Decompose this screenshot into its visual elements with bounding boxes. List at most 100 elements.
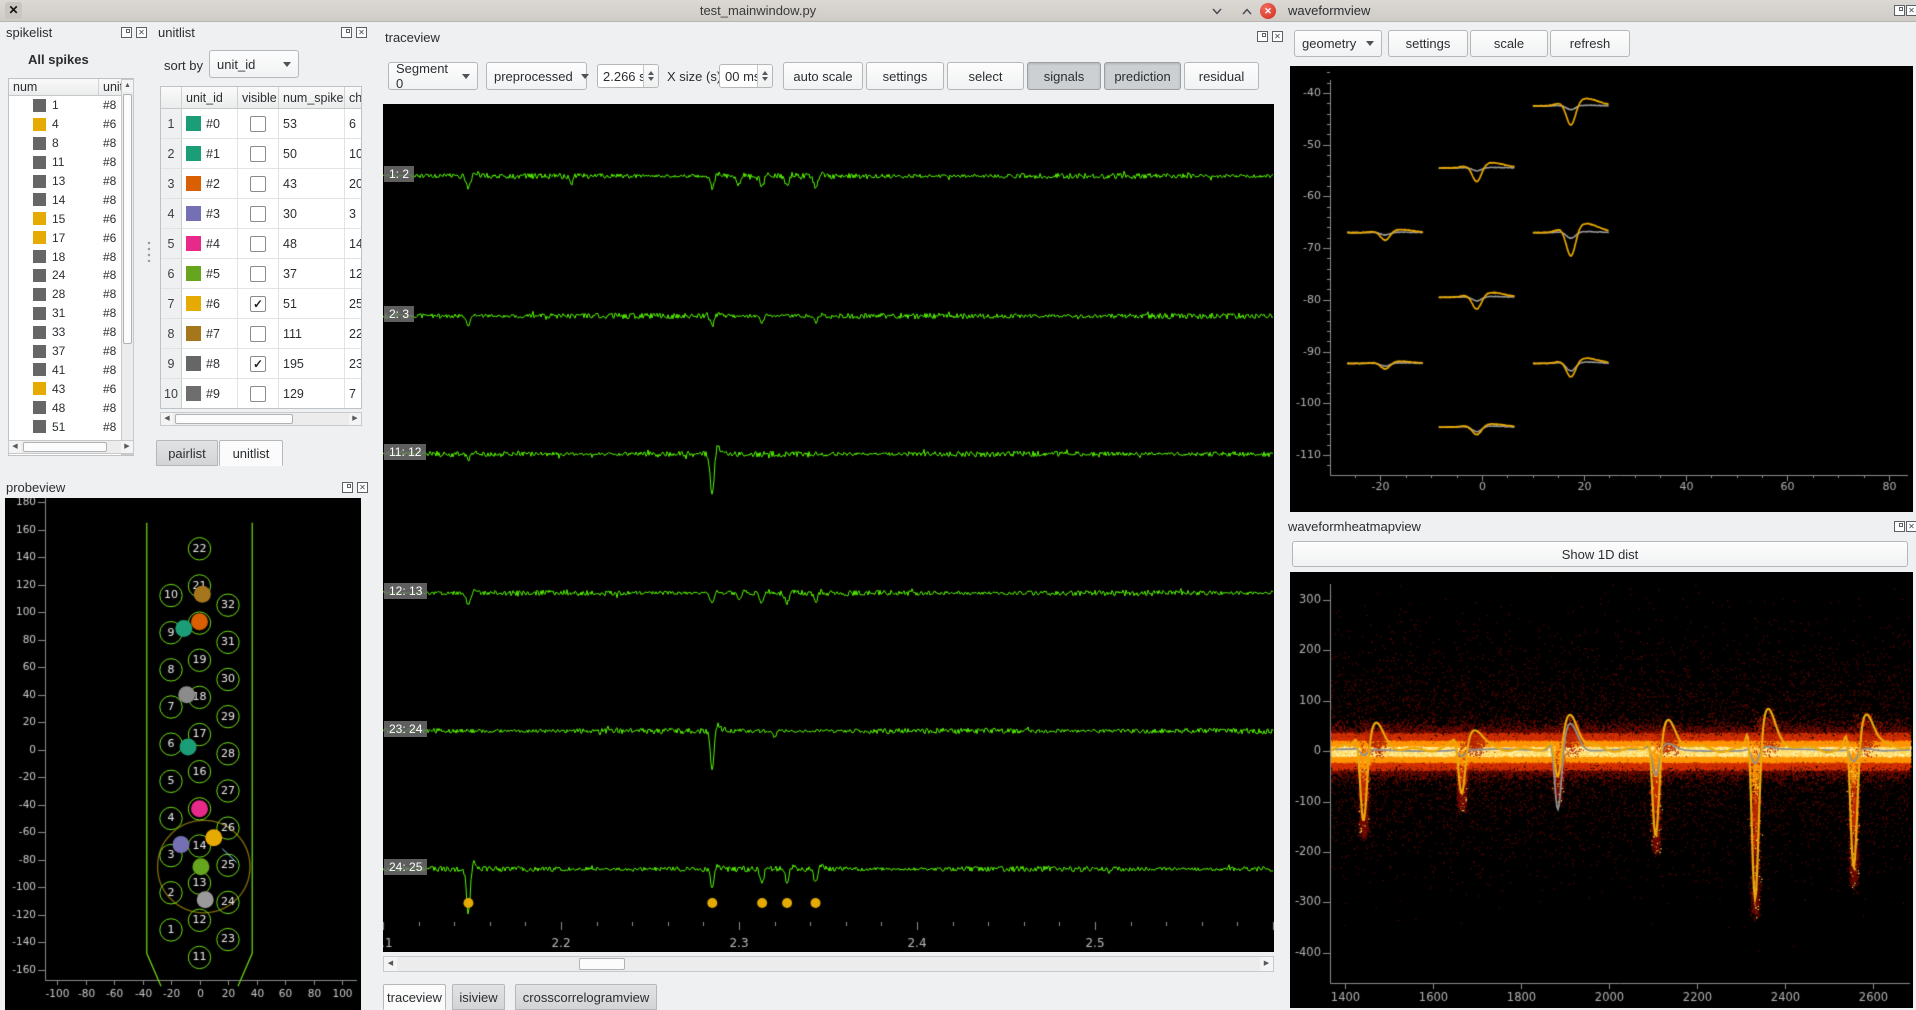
unitlist-table-header[interactable]: unit_id visible num_spikes ch [161,87,361,109]
scroll-right-icon[interactable]: ▶ [349,413,361,425]
chevron-down-button[interactable] [1208,3,1226,19]
spike-row[interactable]: 13#8 [9,172,133,191]
visible-checkbox[interactable] [250,206,266,222]
auto-scale-button[interactable]: auto scale [783,62,863,90]
scroll-left-icon[interactable]: ◀ [384,957,397,971]
unit-row[interactable]: 9#8✓19523 [161,349,361,379]
traceview-plot[interactable] [383,104,1274,952]
spike-row[interactable]: 18#8 [9,247,133,266]
spike-row[interactable]: 41#8 [9,360,133,379]
unitlist-float-icon[interactable] [341,27,352,38]
xsize-spinbox[interactable]: 00 ms [719,64,773,88]
scroll-left-icon[interactable]: ◀ [9,441,21,453]
scroll-up-icon[interactable]: ▲ [122,80,133,92]
visible-checkbox[interactable] [250,116,266,132]
chevron-up-button[interactable] [1238,3,1256,19]
spikelist-scroll-thumb[interactable] [123,94,132,344]
unitlist-close-icon[interactable]: ✕ [356,27,367,38]
wf-scale-button[interactable]: scale [1470,30,1548,57]
spikelist-close-icon[interactable]: ✕ [136,27,147,38]
unit-row[interactable]: 2#15010 [161,139,361,169]
spike-row[interactable]: 8#8 [9,134,133,153]
spike-row[interactable]: 31#8 [9,304,133,323]
prediction-toggle-button[interactable]: prediction [1104,62,1181,90]
probeview-close-icon[interactable]: ✕ [357,482,368,493]
scroll-right-icon[interactable]: ▶ [121,441,133,453]
residual-toggle-button[interactable]: residual [1184,62,1259,90]
wf-settings-button[interactable]: settings [1388,30,1468,57]
spikelist-vertical-scrollbar[interactable]: ▲ ▼ [121,79,134,455]
traceview-float-icon[interactable] [1257,31,1268,42]
wf-refresh-button[interactable]: refresh [1550,30,1630,57]
spike-row[interactable]: 17#6 [9,228,133,247]
sort-by-combobox[interactable]: unit_id [209,50,299,78]
settings-button[interactable]: settings [866,62,944,90]
tab-traceview[interactable]: traceview [383,984,446,1010]
waveformheatmapview-float-icon[interactable] [1894,521,1905,532]
spike-row[interactable]: 33#8 [9,323,133,342]
unit-row[interactable]: 6#53712 [161,259,361,289]
spikelist-horizontal-scrollbar[interactable]: ◀ ▶ [8,440,134,454]
geometry-combobox[interactable]: geometry [1294,30,1382,57]
visible-checkbox[interactable]: ✓ [250,356,266,372]
spikelist-hscroll-thumb[interactable] [23,442,107,452]
traceview-close-icon[interactable]: ✕ [1272,31,1283,42]
traceview-horizontal-scrollbar[interactable]: ◀ ▶ [383,956,1274,972]
source-combobox[interactable]: preprocessed [486,62,587,90]
visible-checkbox[interactable] [250,236,266,252]
spike-row[interactable]: 4#6 [9,115,133,134]
unit-row[interactable]: 1#0536 [161,109,361,139]
unitlist-col-unit-id[interactable]: unit_id [182,87,238,108]
unitlist-col-visible[interactable]: visible [238,87,279,108]
spikelist-float-icon[interactable] [121,27,132,38]
spinbox-arrows-icon[interactable] [643,65,658,87]
scroll-left-icon[interactable]: ◀ [161,413,173,425]
unitlist-hscroll-thumb[interactable] [175,414,293,424]
signals-toggle-button[interactable]: signals [1027,62,1101,90]
tab-pairlist[interactable]: pairlist [156,440,218,466]
time-spinbox[interactable]: 2.266 s [597,64,659,88]
visible-checkbox[interactable] [250,176,266,192]
waveformview-plot[interactable] [1290,66,1913,512]
visible-checkbox[interactable] [250,266,266,282]
waveformview-float-icon[interactable] [1894,5,1905,16]
spike-row[interactable]: 28#8 [9,285,133,304]
tab-isiview[interactable]: isiview [452,984,505,1010]
unitlist-horizontal-scrollbar[interactable]: ◀ ▶ [160,412,362,426]
unit-row[interactable]: 10#91297 [161,379,361,409]
spike-row[interactable]: 43#6 [9,379,133,398]
show-1d-dist-button[interactable]: Show 1D dist [1292,541,1908,567]
unitlist-col-ch[interactable]: ch [345,87,361,108]
unitlist-col-num-spikes[interactable]: num_spikes [279,87,345,108]
probeview-float-icon[interactable] [342,482,353,493]
waveformview-close-icon[interactable]: ✕ [1906,5,1916,16]
visible-checkbox[interactable] [250,146,266,162]
spike-row[interactable]: 24#8 [9,266,133,285]
unit-row[interactable]: 3#24320 [161,169,361,199]
tab-crosscorrelogramview[interactable]: crosscorrelogramview [515,984,657,1010]
waveformheatmapview-plot[interactable] [1290,572,1913,1008]
unit-row[interactable]: 8#711122 [161,319,361,349]
spinbox-arrows-icon[interactable] [757,65,772,87]
spike-row[interactable]: 11#8 [9,153,133,172]
segment-combobox[interactable]: Segment 0 [388,62,478,90]
spike-row[interactable]: 15#6 [9,209,133,228]
visible-checkbox[interactable] [250,326,266,342]
visible-checkbox[interactable] [250,386,266,402]
scroll-right-icon[interactable]: ▶ [1260,957,1273,971]
unit-row[interactable]: 5#44814 [161,229,361,259]
splitter-handle[interactable] [147,240,151,262]
unit-row[interactable]: 4#3303 [161,199,361,229]
spike-row[interactable]: 14#8 [9,190,133,209]
close-window-button[interactable]: ✕ [1260,3,1276,19]
visible-checkbox[interactable]: ✓ [250,296,266,312]
unit-row[interactable]: 7#6✓5125 [161,289,361,319]
tab-unitlist[interactable]: unitlist [219,440,283,466]
spikelist-table-header[interactable]: num unit_i [9,79,133,96]
spike-row[interactable]: 48#8 [9,398,133,417]
spike-row[interactable]: 1#8 [9,96,133,115]
spike-row[interactable]: 51#8 [9,417,133,436]
spikelist-col-num[interactable]: num [9,79,99,95]
spike-row[interactable]: 37#8 [9,342,133,361]
waveformheatmapview-close-icon[interactable]: ✕ [1906,521,1916,532]
